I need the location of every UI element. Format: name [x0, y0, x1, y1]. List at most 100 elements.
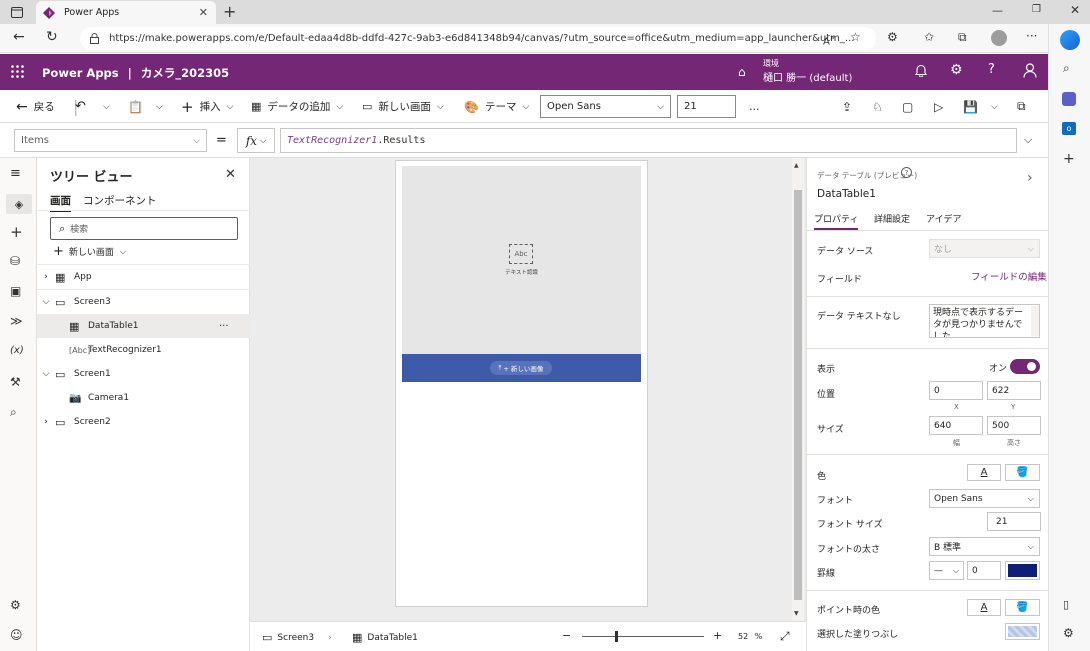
power-automate-icon[interactable]: ≫ [10, 314, 26, 330]
font-weight-select[interactable]: B 標準 ⌵ [929, 537, 1040, 556]
comments-icon[interactable]: ▢ [902, 90, 913, 123]
more-commands-button[interactable]: … [749, 90, 760, 123]
border-color-button[interactable] [1005, 561, 1040, 580]
tab-components[interactable]: コンポーネント [83, 193, 157, 208]
undo-icon[interactable]: ↶ [75, 90, 86, 123]
zoom-slider[interactable] [582, 636, 704, 637]
tree-item-app[interactable]: › ▦ App [37, 265, 250, 289]
tab-ideas[interactable]: アイデア [926, 212, 962, 225]
close-tab-icon[interactable]: ✕ [199, 6, 208, 19]
border-width-input[interactable]: 0 [967, 561, 1001, 580]
url-field[interactable]: https://make.powerapps.com/e/Default-eda… [80, 27, 876, 50]
tree-search-input[interactable]: ⌕ 検索 [50, 217, 238, 240]
tab-properties[interactable]: プロパティ [814, 212, 859, 230]
textarea-scrollbar[interactable] [1031, 306, 1039, 336]
scroll-up-icon[interactable]: ▲ [794, 162, 799, 169]
tree-item-screen2[interactable]: › ▭ Screen2 [37, 410, 250, 434]
tree-item-textrecognizer1[interactable]: [Abc] TextRecognizer1 [37, 338, 250, 362]
browser-menu-icon[interactable]: ··· [1026, 29, 1037, 43]
sidebar-layout-icon[interactable]: ▯ [1063, 598, 1069, 611]
app-checker-icon[interactable]: ♘ [872, 90, 883, 123]
no-data-text-input[interactable]: 現時点で表示するデータが見つかりませんでした。 [929, 304, 1040, 338]
help-info-icon[interactable]: ? [901, 167, 912, 178]
tree-item-datatable1[interactable]: ▦ DataTable1 ··· [37, 314, 250, 338]
font-size-field[interactable]: 21 [987, 512, 1041, 531]
property-select[interactable]: Items ⌵ [14, 129, 207, 152]
settings-icon[interactable]: ⚙ [10, 598, 26, 614]
screen-canvas[interactable]: Abc テキスト認識 ⤒ + 新しい画像 [395, 160, 648, 607]
tree-view-layers-icon[interactable]: ◈ [6, 194, 32, 214]
tree-item-screen1[interactable]: ⌵ ▭ Screen1 [37, 362, 250, 386]
add-data-button[interactable]: ▦ データの追加 ⌵ [251, 90, 343, 123]
text-color-button[interactable]: A [967, 464, 1001, 481]
fill-color-icon[interactable]: 🪣 [1005, 464, 1040, 481]
close-panel-icon[interactable]: ✕ [225, 167, 236, 182]
sidebar-settings-icon[interactable]: ⚙ [1063, 626, 1074, 640]
fx-button[interactable]: fx ⌵ [237, 128, 275, 153]
position-x-input[interactable]: 0 [929, 381, 983, 400]
favorites-icon[interactable]: ✩ [924, 30, 934, 44]
hover-fill-color-icon[interactable]: 🪣 [1005, 599, 1040, 616]
bing-chat-icon[interactable] [1060, 30, 1080, 50]
insert-button[interactable]: + 挿入 ⌵ [181, 90, 233, 123]
datatable-control[interactable]: Abc テキスト認識 [402, 166, 641, 354]
data-cylinder-icon[interactable]: ⛁ [10, 254, 26, 270]
add-sidebar-app-icon[interactable]: + [1063, 151, 1075, 167]
border-style-select[interactable]: — ⌵ [929, 561, 964, 580]
scroll-down-icon[interactable]: ▼ [794, 610, 799, 617]
publish-icon[interactable]: ⧉ [1017, 90, 1026, 123]
favorite-star-icon[interactable]: ☆ [850, 30, 861, 44]
tree-item-screen3[interactable]: ⌵ ▭ Screen3 [37, 290, 250, 314]
tree-new-screen-button[interactable]: + 新しい画面 ⌵ [53, 244, 126, 259]
text-recognizer-control[interactable]: ⤒ + 新しい画像 [402, 354, 641, 382]
env-name[interactable]: 樋口 勝一 (default) [763, 69, 852, 84]
variables-icon[interactable]: (x) [10, 345, 26, 361]
breadcrumb-screen[interactable]: ▭ Screen3 › [262, 631, 332, 644]
new-screen-button[interactable]: ▭ 新しい画面 ⌵ [362, 90, 444, 123]
save-icon[interactable]: 💾 [963, 90, 978, 123]
read-aloud-icon[interactable]: A» [823, 32, 835, 47]
media-icon[interactable]: ▣ [10, 284, 26, 300]
font-size-input[interactable]: 21 [677, 95, 736, 118]
height-input[interactable]: 500 [987, 416, 1041, 435]
share-icon[interactable]: ⇪ [842, 90, 852, 123]
expand-formula-chevron-icon[interactable]: ⌵ [1024, 133, 1032, 147]
font-family-select[interactable]: Open Sans ⌵ [540, 95, 671, 118]
waffle-icon[interactable] [11, 65, 24, 78]
doc-title[interactable]: カメラ_202305 [141, 66, 229, 80]
notifications-icon[interactable] [915, 64, 927, 77]
tree-item-camera1[interactable]: 📷 Camera1 [37, 386, 250, 410]
hamburger-menu-icon[interactable]: ≡ [10, 166, 26, 182]
theme-button[interactable]: 🎨 テーマ ⌵ [464, 90, 529, 123]
more-options-icon[interactable]: ··· [219, 321, 229, 332]
browser-tab[interactable]: Power Apps ✕ [36, 1, 216, 24]
outlook-icon[interactable]: o [1062, 122, 1076, 135]
data-source-select[interactable]: なし ⌵ [929, 239, 1040, 258]
zoom-slider-thumb[interactable] [615, 631, 618, 642]
back-arrow-icon[interactable]: ← [13, 29, 25, 45]
zoom-in-button[interactable]: + [713, 629, 722, 642]
canvas-scrollbar[interactable]: ▲ ▼ [792, 158, 804, 621]
breadcrumb-control[interactable]: ▦ DataTable1 [352, 631, 418, 644]
edit-fields-link[interactable]: フィールドの編集 [971, 269, 1047, 283]
preview-play-icon[interactable]: ▷ [934, 90, 943, 123]
insert-plus-icon[interactable]: + [10, 223, 26, 241]
virtual-agent-icon[interactable]: ☺ [10, 628, 26, 644]
collections-icon[interactable]: ⧉ [958, 30, 967, 45]
formula-input[interactable]: TextRecognizer1 .Results [280, 128, 1017, 153]
chevron-right-icon[interactable]: › [1027, 170, 1033, 186]
minimize-icon[interactable]: — [992, 4, 1003, 17]
settings-gear-icon[interactable]: ⚙ [950, 62, 963, 78]
tab-advanced[interactable]: 詳細設定 [874, 212, 910, 225]
advanced-tools-icon[interactable]: ⚒ [10, 375, 26, 391]
width-input[interactable]: 640 [929, 416, 983, 435]
fit-to-window-icon[interactable]: ⤢ [780, 629, 790, 644]
profile-avatar[interactable] [991, 30, 1007, 46]
help-icon[interactable]: ? [988, 62, 995, 77]
paste-dropdown-chevron-icon[interactable]: ⌵ [156, 90, 163, 123]
selected-fill-button[interactable] [1005, 623, 1040, 640]
visible-toggle[interactable] [1010, 359, 1040, 374]
new-image-button[interactable]: ⤒ + 新しい画像 [490, 361, 552, 375]
undo-dropdown-chevron-icon[interactable]: ⌵ [103, 90, 110, 123]
restore-icon[interactable]: ❐ [1032, 4, 1041, 15]
